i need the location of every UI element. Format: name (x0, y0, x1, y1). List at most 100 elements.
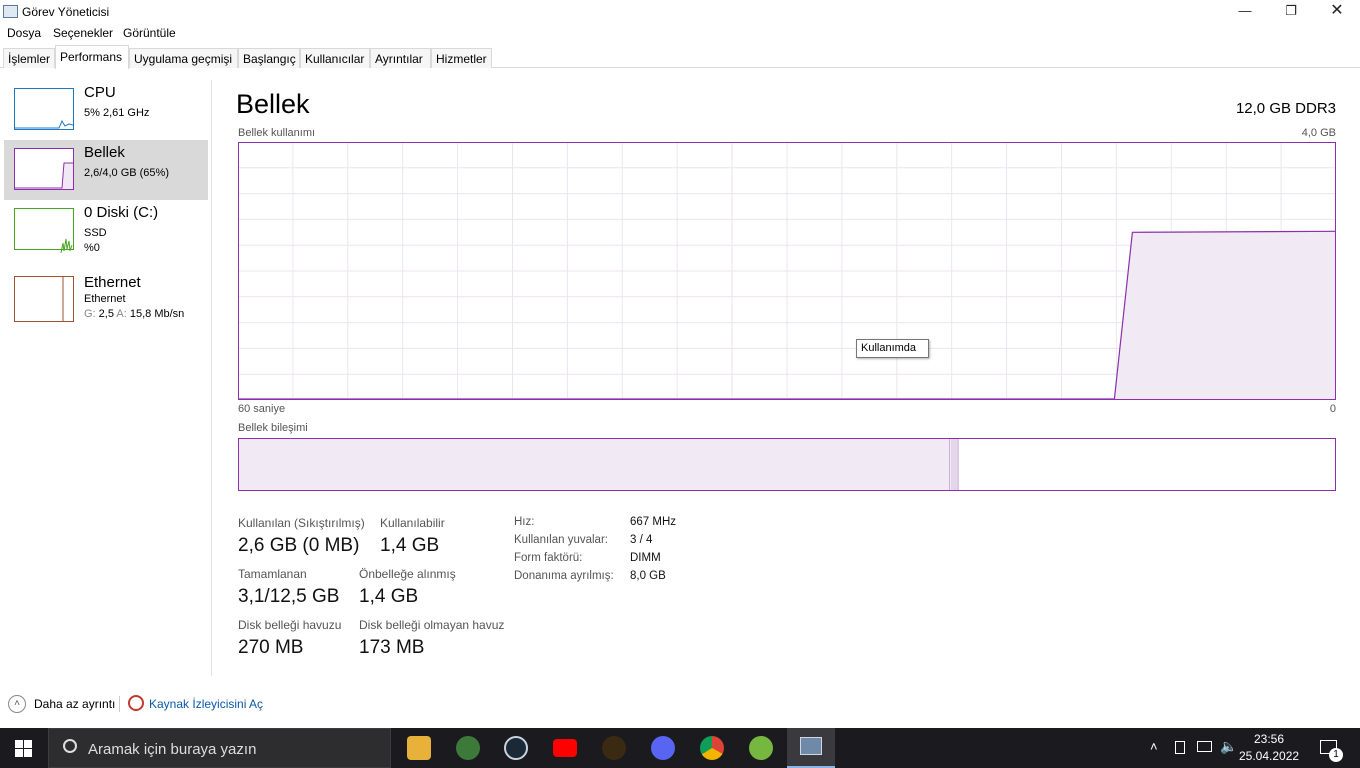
available-label: Kullanılabilir (380, 516, 445, 530)
time-axis-end: 0 (1329, 403, 1336, 415)
taskbar-search-box[interactable]: Aramak için buraya yazın (48, 728, 391, 768)
divider (119, 696, 120, 712)
chevron-up-icon[interactable]: ˄ (8, 695, 26, 713)
sidebar-memory-name: Bellek (84, 144, 125, 161)
menu-file[interactable]: Dosya (7, 26, 41, 40)
tab-app-history[interactable]: Uygulama geçmişi (129, 48, 238, 68)
ethernet-receive-label: A: (116, 308, 130, 320)
windows-start-icon[interactable] (15, 740, 32, 757)
composition-in-use-segment (238, 438, 950, 491)
notification-count-badge: 1 (1329, 748, 1343, 762)
memory-thumbnail-graph (14, 148, 74, 190)
disk-thumbnail-graph (14, 208, 74, 253)
composition-modified-segment (950, 438, 959, 491)
tab-services[interactable]: Hizmetler (431, 48, 492, 68)
menu-view[interactable]: Görüntüle (123, 26, 176, 40)
tab-users[interactable]: Kullanıcılar (300, 48, 370, 68)
resource-monitor-icon (128, 695, 144, 711)
sidebar-item-disk[interactable]: 0 Diski (C:) SSD %0 (4, 200, 208, 260)
ethernet-receive-value: 15,8 Mb/sn (129, 308, 185, 320)
committed-value: 3,1/12,5 GB (238, 586, 340, 607)
sidebar-cpu-name: CPU (84, 84, 116, 101)
discord-icon[interactable] (651, 736, 675, 760)
xbox-app-icon[interactable] (456, 736, 480, 760)
usage-area-fill (1114, 231, 1336, 400)
sidebar-disk-usage: %0 (84, 242, 100, 254)
slots-label: Kullanılan yuvalar: (514, 534, 608, 546)
chrome-icon[interactable] (700, 736, 724, 760)
tab-performance[interactable]: Performans (55, 45, 129, 69)
utorrent-icon[interactable] (749, 736, 773, 760)
tab-startup[interactable]: Başlangıç (238, 48, 300, 68)
sidebar-disk-name: 0 Diski (C:) (84, 204, 159, 221)
memory-spec: 12,0 GB DDR3 (1235, 100, 1336, 117)
form-factor-label: Form faktörü: (514, 552, 583, 564)
graph-tooltip: Kullanımda (856, 339, 929, 358)
clock-date[interactable]: 25.04.2022 (1239, 749, 1299, 763)
used-value: 2,6 GB (0 MB) (238, 535, 360, 556)
menu-bar: Dosya Seçenekler Görüntüle (0, 24, 1360, 44)
available-value: 1,4 GB (380, 535, 440, 556)
memory-detail-panel: Bellek 12,0 GB DDR3 Bellek kullanımı 4,0… (213, 68, 1360, 680)
chevron-up-icon[interactable]: ˄ (1150, 739, 1158, 754)
close-button[interactable]: ✕ (1314, 0, 1360, 24)
file-explorer-icon[interactable] (407, 736, 431, 760)
sidebar-disk-type: SSD (84, 227, 107, 239)
page-title: Bellek (236, 89, 310, 119)
tab-bar: İşlemler Performans Uygulama geçmişi Baş… (0, 44, 1360, 69)
window-title: Görev Yöneticisi (22, 5, 110, 19)
tab-details[interactable]: Ayrıntılar (370, 48, 431, 68)
game-launcher-icon[interactable] (602, 736, 626, 760)
sidebar-item-cpu[interactable]: CPU 5% 2,61 GHz (4, 80, 208, 140)
sidebar-item-memory[interactable]: Bellek 2,6/4,0 GB (65%) (4, 140, 208, 200)
youtube-icon[interactable] (553, 739, 577, 757)
open-resource-monitor-link[interactable]: Kaynak İzleyicisini Aç (149, 697, 263, 711)
paged-pool-label: Disk belleği havuzu (238, 618, 342, 632)
task-manager-icon (3, 5, 18, 18)
taskbar: Aramak için buraya yazın ˄ 🔈 23:56 25.04… (0, 728, 1360, 768)
sidebar-memory-sub: 2,6/4,0 GB (65%) (84, 167, 169, 179)
task-manager-icon (800, 737, 822, 755)
paged-pool-value: 270 MB (238, 637, 304, 658)
tab-processes[interactable]: İşlemler (3, 48, 55, 68)
ethernet-thumbnail-graph (14, 276, 74, 322)
memory-composition-bar (238, 438, 1336, 491)
search-placeholder: Aramak için buraya yazın (88, 741, 257, 758)
cpu-thumbnail-graph (14, 88, 74, 130)
ethernet-send-value: 2,5 (98, 308, 117, 320)
network-icon[interactable] (1197, 741, 1212, 752)
time-axis-start: 60 saniye (238, 403, 286, 415)
volume-icon[interactable]: 🔈 (1220, 738, 1237, 755)
used-label: Kullanılan (Sıkıştırılmış) (238, 516, 365, 530)
menu-options[interactable]: Seçenekler (53, 26, 113, 40)
sidebar-ethernet-adapter: Ethernet (84, 293, 126, 305)
usage-graph-label: Bellek kullanımı (238, 127, 316, 139)
sidebar-ethernet-name: Ethernet (84, 274, 141, 291)
task-manager-taskbar-button[interactable] (787, 728, 835, 768)
minimize-button[interactable]: — (1222, 0, 1268, 24)
steam-icon[interactable] (504, 736, 528, 760)
sidebar-ethernet-throughput: G: 2,5 A: 15,8 Mb/sn (84, 308, 184, 320)
sidebar-cpu-sub: 5% 2,61 GHz (84, 107, 150, 119)
usage-graph-max: 4,0 GB (1301, 127, 1336, 139)
restore-button[interactable]: ❐ (1268, 0, 1314, 24)
performance-sidebar: CPU 5% 2,61 GHz Bellek 2,6/4,0 GB (65%) … (0, 80, 212, 676)
cached-label: Önbelleğe alınmış (359, 567, 456, 581)
speed-label: Hız: (514, 516, 535, 528)
form-factor-value: DIMM (630, 552, 661, 564)
ethernet-send-label: G: (84, 308, 99, 320)
clock-time[interactable]: 23:56 (1247, 732, 1291, 746)
speed-value: 667 MHz (630, 516, 677, 528)
title-bar: Görev Yöneticisi — ❐ ✕ (0, 0, 1360, 24)
hardware-reserved-value: 8,0 GB (630, 570, 666, 582)
memory-usage-graph (238, 142, 1336, 400)
tablet-icon[interactable] (1175, 741, 1185, 754)
composition-label: Bellek bileşimi (238, 422, 308, 434)
bottom-bar: ˄ Daha az ayrıntı Kaynak İzleyicisini Aç (0, 690, 1360, 718)
nonpaged-pool-value: 173 MB (359, 637, 425, 658)
nonpaged-pool-label: Disk belleği olmayan havuz (359, 618, 505, 632)
sidebar-item-ethernet[interactable]: Ethernet Ethernet G: 2,5 A: 15,8 Mb/sn (4, 266, 208, 326)
cached-value: 1,4 GB (359, 586, 419, 607)
hardware-reserved-label: Donanıma ayrılmış: (514, 570, 614, 582)
fewer-details-link[interactable]: Daha az ayrıntı (34, 697, 115, 711)
